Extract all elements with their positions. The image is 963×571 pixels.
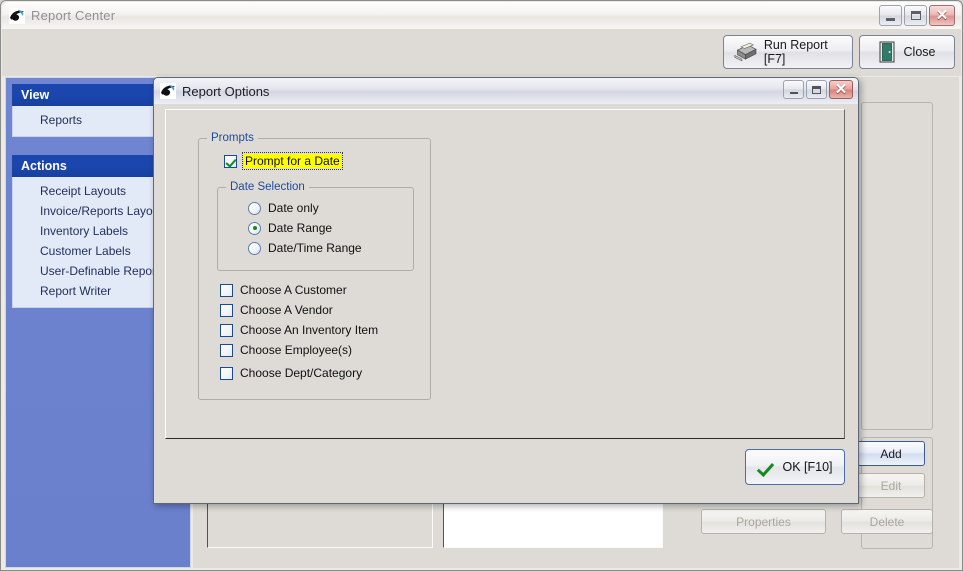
exit-door-icon	[879, 41, 895, 63]
properties-button-label: Properties	[736, 514, 791, 529]
edit-button-label: Edit	[880, 478, 902, 493]
main-window-controls: ✕	[879, 5, 955, 26]
sidebar-item-label: Reports	[40, 113, 83, 127]
sidebar-item-label: Inventory Labels	[40, 224, 129, 238]
prompts-groupbox: Prompts Prompt for a Date Date Selection…	[198, 132, 431, 400]
close-toolbar-button[interactable]: Close	[859, 35, 955, 69]
sidebar-group-view-title: View	[21, 88, 50, 102]
maximize-button[interactable]	[904, 5, 927, 26]
checkbox-icon[interactable]	[220, 283, 233, 297]
close-label: Close	[903, 45, 936, 59]
properties-button: Properties	[701, 509, 826, 534]
dialog-inner-panel: Prompts Prompt for a Date Date Selection…	[165, 109, 845, 439]
radio-date-only-row[interactable]: Date only	[248, 201, 319, 215]
sidebar-item-label: Report Writer	[40, 284, 112, 298]
dialog-close-button[interactable]: ✕	[829, 80, 853, 99]
checkbox-icon[interactable]	[220, 343, 233, 357]
minimize-icon	[789, 91, 798, 94]
app-logo-icon	[160, 83, 176, 99]
dialog-title: Report Options	[182, 83, 270, 99]
date-selection-groupbox-legend: Date Selection	[226, 181, 309, 193]
prompt-for-a-date-label: Prompt for a Date	[242, 152, 343, 170]
choose-an-inventory-item-row[interactable]: Choose An Inventory Item	[220, 323, 378, 337]
prompt-for-a-date-checkbox-row[interactable]: Prompt for a Date	[224, 152, 343, 170]
ok-button-label: OK [F10]	[782, 460, 833, 474]
dialog-minimize-button[interactable]	[783, 80, 804, 99]
checkbox-icon[interactable]	[224, 154, 237, 168]
close-icon: ✕	[935, 7, 949, 24]
maximize-icon	[910, 11, 921, 20]
choose-dept-category-label: Choose Dept/Category	[240, 366, 363, 380]
choose-a-vendor-row[interactable]: Choose A Vendor	[220, 303, 333, 317]
dialog-window-controls: ✕	[783, 80, 853, 99]
radio-date-only-label: Date only	[268, 201, 319, 215]
add-button-label: Add	[880, 446, 902, 461]
ok-button[interactable]: OK [F10]	[745, 449, 845, 485]
choose-employees-row[interactable]: Choose Employee(s)	[220, 343, 352, 357]
radio-date-time-range-row[interactable]: Date/Time Range	[248, 241, 362, 255]
delete-button-label: Delete	[869, 514, 905, 529]
dialog-body: Prompts Prompt for a Date Date Selection…	[155, 104, 857, 502]
run-report-button[interactable]: Run Report [F7]	[723, 35, 853, 69]
prompts-groupbox-legend: Prompts	[207, 132, 258, 144]
checkbox-icon[interactable]	[220, 366, 233, 380]
add-button[interactable]: Add	[857, 441, 925, 466]
printer-icon	[734, 42, 757, 62]
radio-date-time-range-label: Date/Time Range	[268, 241, 362, 255]
choose-an-inventory-item-label: Choose An Inventory Item	[240, 323, 379, 337]
sidebar-item-label: Receipt Layouts	[40, 184, 127, 198]
date-selection-groupbox: Date Selection Date only Date Range Date…	[217, 181, 414, 271]
checkbox-icon[interactable]	[220, 303, 233, 317]
minimize-button[interactable]	[879, 5, 902, 26]
dialog-titlebar: Report Options ✕	[154, 78, 858, 104]
radio-date-range-label: Date Range	[268, 221, 333, 235]
choose-a-customer-label: Choose A Customer	[240, 283, 347, 297]
sidebar-group-actions-title: Actions	[21, 159, 67, 173]
edit-button: Edit	[857, 473, 925, 498]
close-button[interactable]: ✕	[929, 5, 955, 26]
run-report-label: Run Report [F7]	[763, 38, 828, 66]
sidebar-item-label: User-Definable Reports	[40, 264, 166, 278]
choose-a-vendor-label: Choose A Vendor	[240, 303, 333, 317]
main-titlebar: Report Center ✕	[2, 2, 961, 29]
radio-icon[interactable]	[248, 221, 261, 235]
radio-icon[interactable]	[248, 241, 261, 255]
delete-button: Delete	[841, 509, 933, 534]
choose-a-customer-row[interactable]: Choose A Customer	[220, 283, 347, 297]
choose-employees-label: Choose Employee(s)	[240, 343, 353, 357]
maximize-icon	[812, 85, 821, 94]
checkbox-icon[interactable]	[220, 323, 233, 337]
main-toolbar: Run Report [F7] Close	[2, 29, 961, 76]
app-logo-icon	[9, 7, 25, 24]
background-right-group	[861, 102, 933, 430]
radio-date-range-row[interactable]: Date Range	[248, 221, 332, 235]
sidebar-item-label: Customer Labels	[40, 244, 131, 258]
sidebar-item-label: Invoice/Reports Layouts	[40, 204, 169, 218]
report-center-window: Report Center ✕ Run Report [F7] Close Vi…	[0, 0, 963, 571]
main-window-title: Report Center	[31, 8, 116, 23]
choose-dept-category-row[interactable]: Choose Dept/Category	[220, 366, 362, 380]
report-options-dialog: Report Options ✕ Prompts Prompt for a Da…	[153, 77, 859, 504]
minimize-icon	[886, 17, 895, 21]
green-check-icon	[757, 460, 772, 475]
radio-icon[interactable]	[248, 201, 261, 215]
dialog-maximize-button[interactable]	[806, 80, 827, 99]
close-icon: ✕	[834, 81, 848, 98]
